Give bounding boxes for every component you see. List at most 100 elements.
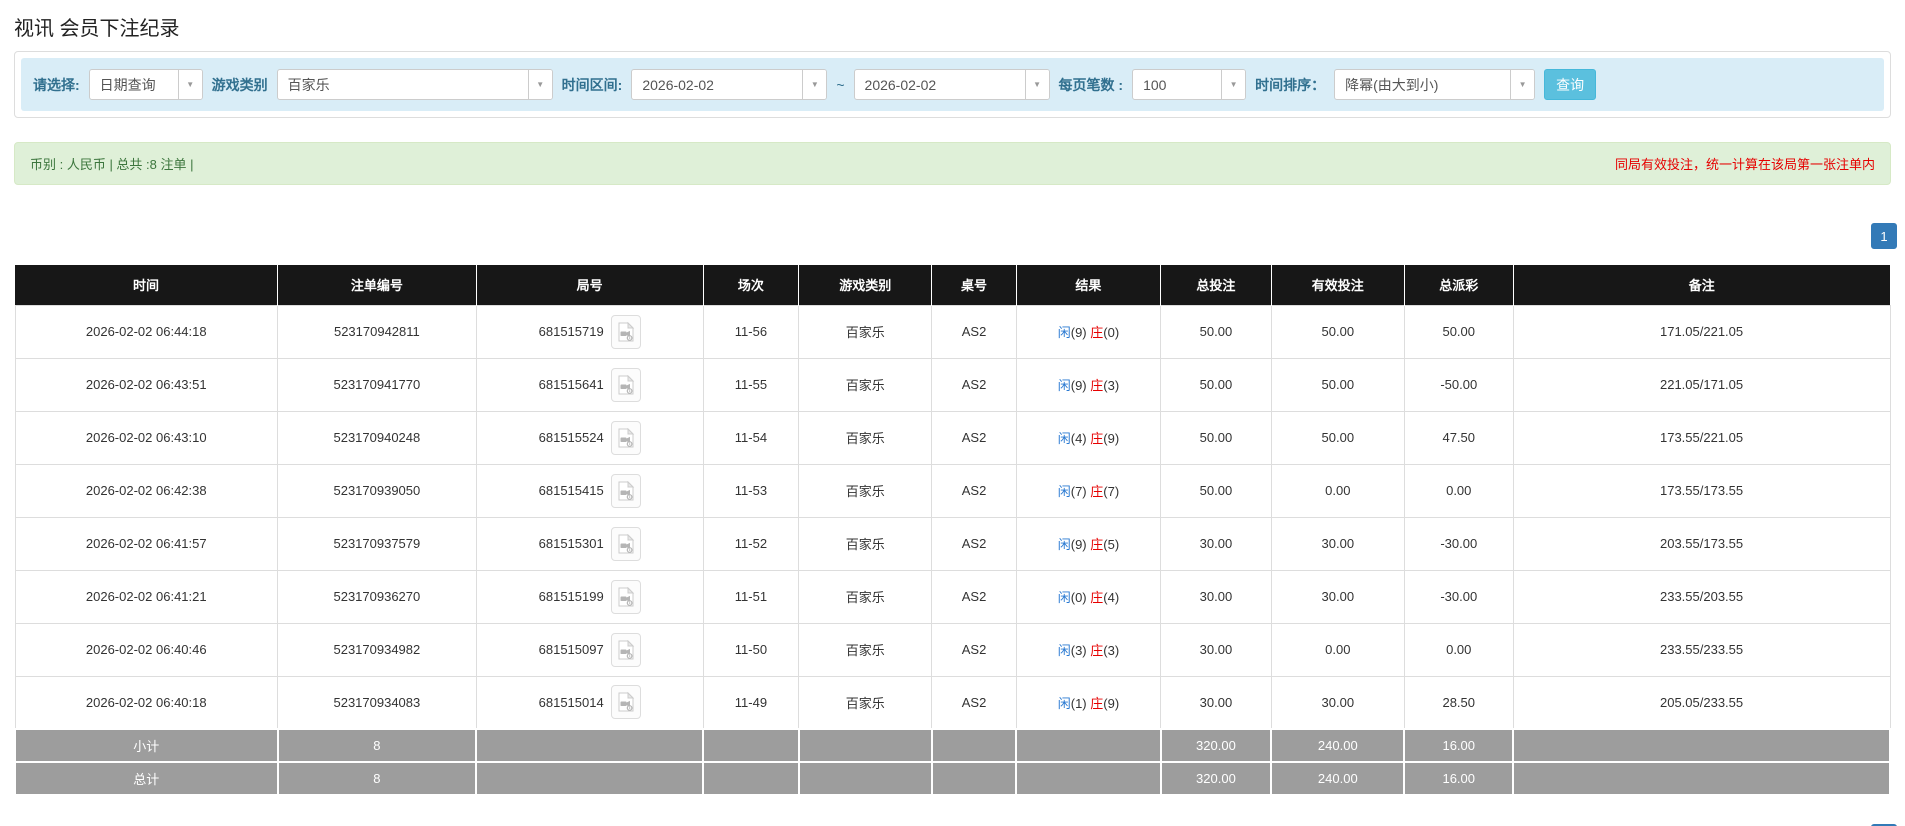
cell-round-id: 681515014 (475, 675, 704, 730)
cell-game-type: 百家乐 (798, 304, 933, 359)
chevron-down-icon: ▼ (802, 70, 827, 99)
cell-valid-bet: 50.00 (1270, 304, 1405, 359)
cell-time: 2026-02-02 06:44:18 (14, 304, 278, 359)
cell-total-bet: 50.00 (1160, 463, 1272, 518)
date-from-value: 2026-02-02 (642, 76, 714, 93)
game-type-select[interactable]: 百家乐 ▼ (276, 69, 553, 100)
video-replay-button[interactable] (610, 685, 641, 720)
result-banker-label: 庄 (1090, 325, 1104, 340)
total-row: 总计 8 320.00 240.00 16.00 (14, 761, 1891, 796)
cell-table-no: AS2 (931, 410, 1017, 465)
total-count: 8 (276, 761, 478, 796)
video-replay-button[interactable] (610, 473, 641, 508)
sort-select[interactable]: 降幂(由大到小) ▼ (1334, 69, 1536, 100)
cell-table-no: AS2 (931, 569, 1017, 624)
cell-time: 2026-02-02 06:43:10 (14, 410, 278, 465)
result-banker-label: 庄 (1090, 643, 1104, 658)
cell-bet-id: 523170934982 (277, 622, 477, 677)
date-from-input[interactable]: 2026-02-02 ▼ (631, 69, 828, 100)
col-table-no: 桌号 (931, 265, 1017, 305)
cell-payout: 47.50 (1403, 410, 1514, 465)
result-banker-score: (5) (1103, 537, 1120, 552)
cell-table-no: AS2 (931, 622, 1017, 677)
round-id-value: 681515415 (538, 483, 604, 498)
page-1-button[interactable]: 1 (1871, 223, 1897, 249)
table-row: 2026-02-02 06:43:10 523170940248 6815155… (14, 410, 1891, 465)
per-page-value: 100 (1143, 76, 1167, 93)
cell-valid-bet: 30.00 (1270, 569, 1405, 624)
cell-session: 11-53 (702, 463, 800, 518)
result-banker-label: 庄 (1090, 378, 1104, 393)
cell-result: 闲(7) 庄(7) (1015, 463, 1162, 518)
sort-label: 时间排序： (1255, 76, 1326, 93)
result-banker-score: (9) (1103, 695, 1120, 711)
date-range-tilde: ~ (836, 76, 845, 93)
cell-total-bet: 50.00 (1160, 304, 1272, 359)
result-banker-label: 庄 (1090, 695, 1104, 711)
video-replay-button[interactable] (610, 367, 641, 402)
cell-payout: 0.00 (1403, 622, 1514, 677)
cell-table-no: AS2 (931, 357, 1017, 412)
video-replay-icon (618, 639, 634, 659)
cell-remark: 173.55/221.05 (1512, 410, 1891, 465)
video-replay-button[interactable] (610, 579, 641, 614)
video-replay-icon (618, 374, 634, 394)
video-replay-icon (618, 321, 634, 341)
round-id-value: 681515199 (538, 589, 604, 604)
cell-round-id: 681515524 (475, 410, 704, 465)
cell-total-bet: 30.00 (1160, 516, 1272, 571)
cell-bet-id: 523170939050 (277, 463, 477, 518)
time-range-label: 时间区间: (561, 76, 623, 93)
cell-valid-bet: 50.00 (1270, 410, 1405, 465)
cell-result: 闲(9) 庄(0) (1015, 304, 1162, 359)
page-title: 视讯 会员下注纪录 (14, 18, 180, 40)
cell-session: 11-50 (702, 622, 800, 677)
total-total-bet: 320.00 (1159, 761, 1273, 796)
result-banker-label: 庄 (1090, 431, 1104, 446)
result-player-score: (0) (1070, 590, 1087, 605)
table-row: 2026-02-02 06:42:38 523170939050 6815154… (14, 463, 1891, 518)
cell-session: 11-56 (702, 304, 800, 359)
cell-remark: 205.05/233.55 (1512, 675, 1891, 730)
result-player-score: (1) (1070, 695, 1087, 711)
subtotal-row: 小计 8 320.00 240.00 16.00 (14, 728, 1891, 763)
cell-valid-bet: 30.00 (1270, 516, 1405, 571)
filter-panel: 请选择: 日期查询 ▼ 游戏类别 百家乐 ▼ 时间区间: 2026-02-02 … (14, 51, 1891, 118)
query-type-select[interactable]: 日期查询 ▼ (88, 69, 203, 100)
col-payout: 总派彩 (1404, 265, 1514, 305)
cell-bet-id: 523170942811 (277, 304, 477, 359)
result-banker-score: (0) (1103, 325, 1120, 340)
date-to-input[interactable]: 2026-02-02 ▼ (853, 69, 1050, 100)
cell-remark: 203.55/173.55 (1512, 516, 1891, 571)
result-player-score: (9) (1070, 378, 1087, 393)
result-banker-label: 庄 (1090, 590, 1104, 605)
chevron-down-icon: ▼ (177, 70, 202, 99)
result-player-score: (9) (1070, 537, 1087, 552)
cell-game-type: 百家乐 (798, 516, 933, 571)
cell-result: 闲(1) 庄(9) (1015, 675, 1162, 730)
video-replay-icon (618, 692, 634, 712)
result-player-label: 闲 (1057, 378, 1071, 393)
table-body: 2026-02-02 06:44:18 523170942811 6815157… (14, 304, 1891, 730)
cell-bet-id: 523170937579 (277, 516, 477, 571)
cell-valid-bet: 0.00 (1270, 622, 1405, 677)
total-valid-bet: 240.00 (1270, 761, 1406, 796)
cell-total-bet: 30.00 (1160, 622, 1272, 677)
cell-round-id: 681515097 (475, 622, 704, 677)
cell-time: 2026-02-02 06:40:46 (14, 622, 278, 677)
cell-payout: 28.50 (1403, 675, 1514, 730)
cell-game-type: 百家乐 (798, 463, 933, 518)
date-to-value: 2026-02-02 (864, 76, 937, 93)
search-button[interactable]: 查询 (1544, 69, 1597, 100)
video-replay-button[interactable] (610, 526, 641, 561)
summary-bar: 币别 : 人民币 | 总共 :8 注单 | 同局有效投注，统一计算在该局第一张注… (14, 142, 1891, 185)
video-replay-button[interactable] (610, 632, 641, 667)
video-replay-button[interactable] (610, 314, 641, 349)
cell-game-type: 百家乐 (798, 675, 933, 730)
cell-table-no: AS2 (931, 463, 1017, 518)
cell-time: 2026-02-02 06:43:51 (14, 357, 278, 412)
cell-result: 闲(9) 庄(5) (1015, 516, 1162, 571)
cell-table-no: AS2 (931, 304, 1017, 359)
per-page-input[interactable]: 100 ▼ (1132, 69, 1247, 100)
video-replay-button[interactable] (610, 420, 641, 455)
